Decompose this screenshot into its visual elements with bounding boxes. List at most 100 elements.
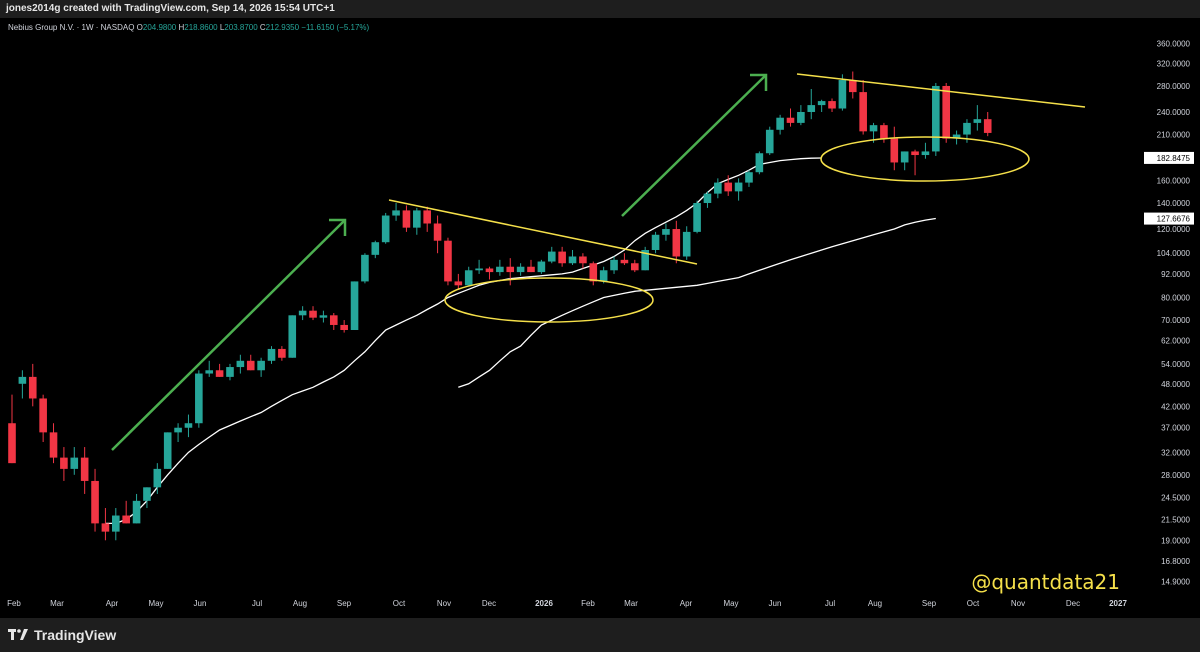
trend-arrow (111, 218, 347, 451)
candle (610, 256, 618, 274)
candle-body (70, 457, 79, 469)
candle (381, 212, 390, 244)
price-tick-label: 37.0000 (1161, 424, 1190, 433)
candle (101, 508, 110, 541)
candle (485, 266, 494, 280)
candle (983, 111, 992, 137)
candle-body (402, 210, 411, 228)
price-tick-label: 280.0000 (1157, 82, 1191, 91)
candle (558, 246, 566, 267)
candle-body (278, 348, 286, 358)
candle (589, 261, 598, 286)
tradingview-logo[interactable]: TradingView (8, 626, 116, 644)
candle (631, 259, 639, 273)
candle (890, 126, 899, 171)
candle-body (911, 151, 919, 156)
candle-body (49, 432, 58, 458)
price-tick-label: 14.9000 (1161, 577, 1190, 586)
candle-body (257, 360, 265, 371)
price-tick-label: 92.0000 (1161, 270, 1190, 279)
candle-body (589, 263, 598, 282)
candle-body (361, 254, 369, 282)
candle (226, 363, 234, 381)
price-tick-label: 80.0000 (1161, 294, 1190, 303)
candle (817, 99, 826, 112)
chart-header: jones2014g created with TradingView.com,… (0, 0, 1200, 18)
candle (682, 226, 691, 260)
candle (39, 394, 47, 443)
candle-body (651, 234, 660, 250)
candle (620, 253, 629, 265)
moving-average-line (105, 157, 822, 525)
candle-body (714, 182, 722, 194)
candle (91, 468, 99, 532)
candle-body (91, 480, 99, 524)
candle-body (464, 270, 473, 286)
candle-body (28, 376, 37, 399)
candle-body (174, 427, 182, 433)
candle (475, 259, 483, 274)
candle-body (122, 515, 130, 524)
time-tick-label: Aug (293, 599, 307, 608)
candle (329, 312, 338, 331)
candle-body (267, 348, 276, 361)
candle-body (734, 182, 743, 192)
support-ellipse (444, 277, 654, 323)
candle (776, 114, 784, 135)
candle (880, 122, 888, 143)
candle (122, 500, 130, 524)
candle-body (900, 151, 909, 163)
candle (163, 432, 172, 469)
time-tick-label: Nov (1011, 599, 1025, 608)
price-tick-label: 21.5000 (1161, 515, 1190, 524)
candle-body (568, 256, 577, 264)
candle-body (599, 270, 608, 282)
price-tick-label: 210.0000 (1157, 131, 1191, 140)
candle-body (859, 92, 867, 132)
candle (288, 315, 297, 358)
candle-body (246, 360, 255, 371)
watermark: @quantdata21 (971, 570, 1120, 594)
candle (537, 259, 546, 274)
candle-body (112, 515, 120, 532)
time-tick-label: Dec (1066, 599, 1080, 608)
price-tick-label: 320.0000 (1157, 59, 1191, 68)
candle-body (807, 105, 816, 112)
candle-body (163, 432, 172, 469)
candle-body (942, 85, 950, 139)
candle (734, 178, 743, 201)
candle-body (350, 281, 359, 331)
candle-body (18, 376, 27, 384)
candle (402, 205, 411, 232)
candle-body (963, 122, 971, 135)
legend-change: −11.6150 (−5.17%) (301, 23, 369, 32)
candle (236, 354, 245, 374)
candle (174, 423, 182, 443)
price-tick-label: 120.0000 (1157, 225, 1191, 234)
candle-body (371, 242, 380, 255)
candle (672, 220, 681, 264)
time-tick-label: Feb (7, 599, 21, 608)
price-chart[interactable]: 360.0000 320.0000 280.0000 240.0000 210.0000… (0, 18, 1200, 618)
candle-body (475, 268, 483, 271)
candle-body (506, 266, 515, 273)
candle (797, 105, 805, 126)
candle (641, 246, 649, 271)
tradingview-icon (8, 629, 28, 640)
candle-body (205, 370, 214, 374)
time-tick-label: Mar (624, 599, 638, 608)
price-tick-label: 28.0000 (1161, 471, 1190, 480)
candle-body (776, 117, 784, 130)
candle-body (454, 281, 463, 286)
candle (392, 203, 400, 221)
candle-body (672, 229, 681, 257)
legend-value: 218.8600 (184, 23, 220, 32)
candle-body (631, 263, 639, 271)
chart-frame[interactable]: 360.0000 320.0000 280.0000 240.0000 210.0000… (0, 18, 1200, 618)
price-tick-label: 62.0000 (1161, 337, 1190, 346)
candle (765, 126, 774, 156)
candle-body (828, 101, 836, 109)
candle-body (319, 315, 328, 318)
candle (205, 360, 214, 377)
candle (568, 249, 577, 265)
